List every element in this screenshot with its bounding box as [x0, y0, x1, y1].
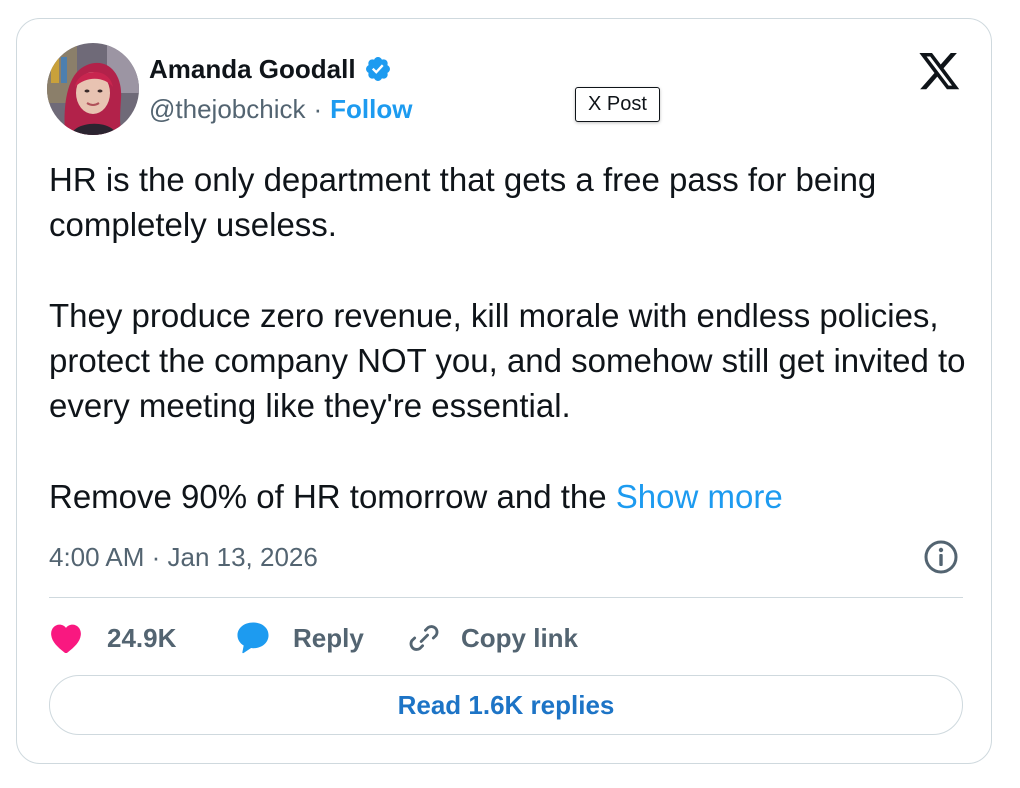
- show-more-link[interactable]: Show more: [616, 478, 783, 515]
- like-button[interactable]: 24.9K: [49, 622, 235, 654]
- author-handle[interactable]: @thejobchick: [149, 94, 305, 125]
- avatar[interactable]: [47, 43, 139, 135]
- tweet-text: HR is the only department that gets a fr…: [49, 157, 979, 519]
- copy-link-label: Copy link: [461, 622, 579, 653]
- tweet-card: Amanda Goodall @thejobchick · Follow X P…: [16, 18, 992, 764]
- avatar-photo: [47, 43, 139, 135]
- tweet-paragraph: HR is the only department that gets a fr…: [49, 161, 877, 243]
- read-replies-button[interactable]: Read 1.6K replies: [49, 675, 963, 735]
- author-name[interactable]: Amanda Goodall: [149, 54, 356, 85]
- verified-badge-icon: [364, 55, 392, 83]
- handle-row: @thejobchick · Follow: [149, 93, 412, 125]
- separator-dot: ·: [313, 93, 323, 124]
- divider: [49, 597, 963, 598]
- heart-icon: [51, 624, 81, 654]
- author-name-row: Amanda Goodall: [149, 53, 392, 85]
- reply-label: Reply: [293, 622, 364, 653]
- timestamp[interactable]: 4:00 AM · Jan 13, 2026: [49, 542, 318, 573]
- copy-link-button[interactable]: Copy link: [407, 621, 578, 655]
- tweet-paragraph-text: Remove 90% of HR tomorrow and the: [49, 478, 607, 515]
- speech-bubble-icon: [237, 622, 269, 654]
- tooltip: X Post: [575, 87, 660, 122]
- tweet-paragraph: They produce zero revenue, kill morale w…: [49, 297, 966, 424]
- info-icon[interactable]: [923, 539, 959, 575]
- follow-link[interactable]: Follow: [330, 94, 412, 125]
- x-logo-icon[interactable]: [919, 53, 961, 91]
- action-bar: 24.9K Reply Copy link: [49, 617, 578, 659]
- reply-button[interactable]: Reply: [235, 621, 407, 655]
- tweet-paragraph-last: Remove 90% of HR tomorrow and the Show m…: [49, 474, 979, 519]
- link-icon: [409, 625, 439, 651]
- like-count: 24.9K: [107, 622, 177, 653]
